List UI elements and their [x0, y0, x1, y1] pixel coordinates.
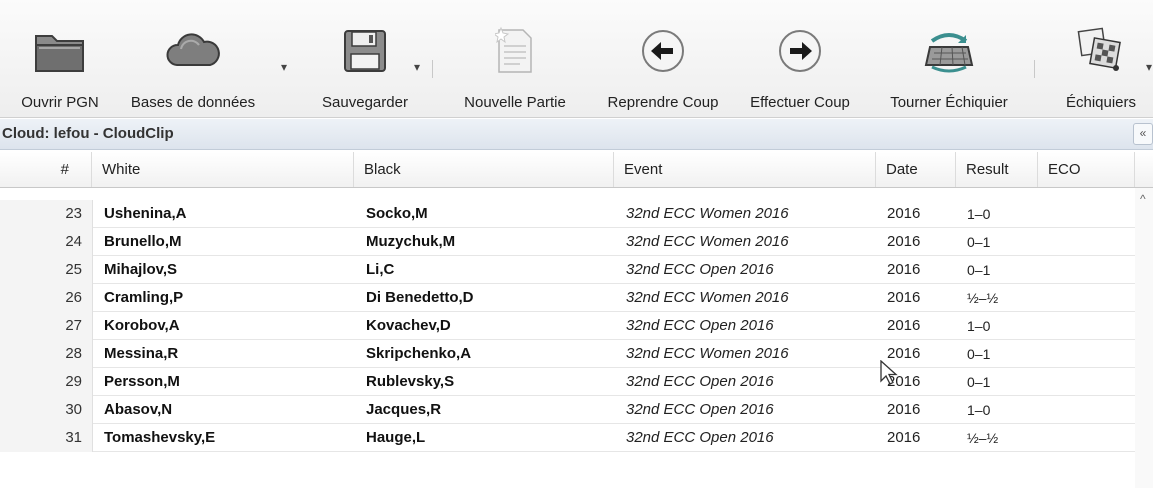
event: 32nd ECC Open 2016: [626, 429, 774, 446]
result: ½–½: [967, 290, 999, 306]
row-number: 30: [65, 401, 82, 418]
black-player: Li,C: [366, 261, 395, 278]
table-row[interactable]: 28 Messina,R Skripchenko,A 32nd ECC Wome…: [0, 340, 1135, 368]
date: 2016: [887, 401, 921, 418]
date: 2016: [887, 317, 921, 334]
result: 0–1: [967, 374, 991, 390]
event: 32nd ECC Women 2016: [626, 205, 789, 222]
result: 1–0: [967, 206, 991, 222]
arrow-left-icon: [640, 16, 686, 86]
new-document-icon: [495, 16, 535, 86]
event: 32nd ECC Women 2016: [626, 289, 789, 306]
row-number: 23: [65, 205, 82, 222]
row-number: 31: [65, 429, 82, 446]
vertical-scrollbar[interactable]: [1135, 188, 1153, 488]
white-player: Ushenina,A: [104, 205, 187, 222]
column-header-black[interactable]: Black: [354, 152, 614, 187]
result: 0–1: [967, 262, 991, 278]
table-row[interactable]: 24 Brunello,M Muzychuk,M 32nd ECC Women …: [0, 228, 1135, 256]
white-player: Messina,R: [104, 345, 179, 362]
table-row[interactable]: 26 Cramling,P Di Benedetto,D 32nd ECC Wo…: [0, 284, 1135, 312]
column-header-date[interactable]: Date: [876, 152, 956, 187]
result: 1–0: [967, 402, 991, 418]
table-row[interactable]: 27 Korobov,A Kovachev,D 32nd ECC Open 20…: [0, 312, 1135, 340]
white-player: Tomashevsky,E: [104, 429, 216, 446]
column-header-white[interactable]: White: [92, 152, 354, 187]
result: 0–1: [967, 346, 991, 362]
column-header-result[interactable]: Result: [956, 152, 1038, 187]
table-row[interactable]: 23 Ushenina,A Socko,M 32nd ECC Women 201…: [0, 200, 1135, 228]
toolbar-separator: [1034, 60, 1035, 78]
white-player: Brunello,M: [104, 233, 182, 250]
row-number: 24: [65, 233, 82, 250]
table-row[interactable]: 29 Persson,M Rublevsky,S 32nd ECC Open 2…: [0, 368, 1135, 396]
result: ½–½: [967, 430, 999, 446]
undo-move-button[interactable]: Reprendre Coup: [597, 16, 729, 116]
partial-row: [0, 188, 1135, 200]
column-header-number[interactable]: #: [0, 152, 92, 187]
mouse-cursor-icon: [880, 359, 898, 391]
date: 2016: [887, 289, 921, 306]
date: 2016: [887, 233, 921, 250]
new-game-button[interactable]: Nouvelle Partie: [455, 16, 575, 116]
collapse-button[interactable]: «: [1133, 123, 1153, 145]
result: 0–1: [967, 234, 991, 250]
black-player: Jacques,R: [366, 401, 442, 418]
boards-dropdown-icon[interactable]: ▾: [1146, 60, 1152, 74]
toolbar: Ouvrir PGN Bases de données ▾ Sauvegarde…: [0, 0, 1153, 118]
toolbar-separator: [432, 60, 433, 78]
open-pgn-button[interactable]: Ouvrir PGN: [12, 16, 108, 116]
arrow-right-icon: [777, 16, 823, 86]
table-row[interactable]: 30 Abasov,N Jacques,R 32nd ECC Open 2016…: [0, 396, 1135, 424]
black-player: Muzychuk,M: [366, 233, 456, 250]
section-title: Cloud: lefou - CloudClip: [2, 125, 174, 142]
result: 1–0: [967, 318, 991, 334]
white-player: Persson,M: [104, 373, 180, 390]
flip-board-icon: [922, 16, 976, 86]
scroll-up-icon[interactable]: ^: [1140, 192, 1146, 206]
black-player: Rublevsky,S: [366, 373, 455, 390]
white-player: Abasov,N: [104, 401, 173, 418]
black-player: Di Benedetto,D: [366, 289, 474, 306]
date: 2016: [887, 429, 921, 446]
table-row[interactable]: 31 Tomashevsky,E Hauge,L 32nd ECC Open 2…: [0, 424, 1135, 452]
black-player: Skripchenko,A: [366, 345, 472, 362]
event: 32nd ECC Women 2016: [626, 233, 789, 250]
table-header: # White Black Event Date Result ECO: [0, 152, 1153, 188]
date: 2016: [887, 261, 921, 278]
databases-button[interactable]: Bases de données: [128, 16, 258, 116]
make-move-button[interactable]: Effectuer Coup: [735, 16, 865, 116]
date: 2016: [887, 205, 921, 222]
save-button[interactable]: Sauvegarder: [315, 16, 415, 116]
boards-button[interactable]: Échiquiers: [1055, 16, 1147, 116]
cloud-icon: [163, 16, 223, 86]
row-number: 26: [65, 289, 82, 306]
chessboards-icon: [1076, 16, 1126, 86]
column-header-eco[interactable]: ECO: [1038, 152, 1135, 187]
cloud-section-header: Cloud: lefou - CloudClip «: [0, 119, 1153, 150]
save-disk-icon: [342, 16, 388, 86]
black-player: Hauge,L: [366, 429, 426, 446]
black-player: Kovachev,D: [366, 317, 451, 334]
row-number: 27: [65, 317, 82, 334]
white-player: Mihajlov,S: [104, 261, 178, 278]
white-player: Korobov,A: [104, 317, 180, 334]
column-header-event[interactable]: Event: [614, 152, 876, 187]
event: 32nd ECC Women 2016: [626, 345, 789, 362]
event: 32nd ECC Open 2016: [626, 373, 774, 390]
event: 32nd ECC Open 2016: [626, 401, 774, 418]
table-row[interactable]: 25 Mihajlov,S Li,C 32nd ECC Open 2016 20…: [0, 256, 1135, 284]
row-number: 29: [65, 373, 82, 390]
databases-dropdown-icon[interactable]: ▾: [281, 60, 287, 74]
row-number: 28: [65, 345, 82, 362]
event: 32nd ECC Open 2016: [626, 317, 774, 334]
folder-icon: [33, 16, 87, 86]
row-number: 25: [65, 261, 82, 278]
event: 32nd ECC Open 2016: [626, 261, 774, 278]
flip-board-button[interactable]: Tourner Échiquier: [869, 16, 1029, 116]
black-player: Socko,M: [366, 205, 428, 222]
white-player: Cramling,P: [104, 289, 184, 306]
save-dropdown-icon[interactable]: ▾: [414, 60, 420, 74]
